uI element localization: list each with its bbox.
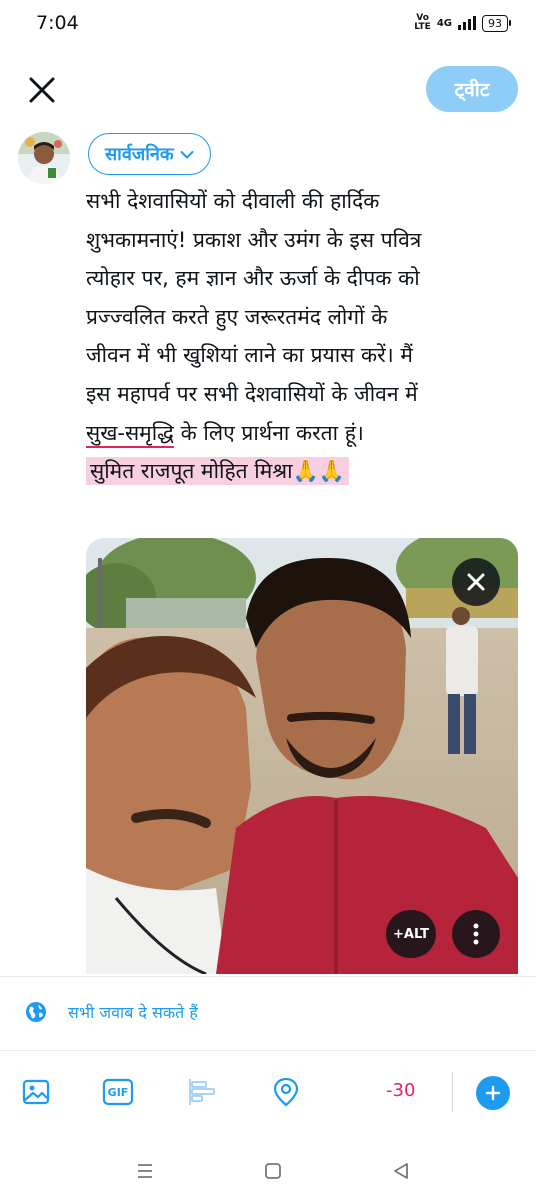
compose-text-segment: के लिए प्रार्थना करता हूं। — [173, 420, 364, 445]
status-time: 7:04 — [36, 12, 79, 34]
battery-icon: 93 — [482, 14, 511, 32]
add-alt-text-button[interactable]: +ALT — [386, 910, 436, 958]
status-indicators: Vo LTE 4G 93 — [414, 14, 511, 32]
spellcheck-word[interactable]: सुख-समृद्धि — [86, 421, 174, 445]
status-bar: 7:04 Vo LTE 4G 93 — [0, 0, 536, 48]
poll-icon — [189, 1079, 215, 1105]
image-icon — [22, 1079, 50, 1105]
gif-label: GIF — [107, 1085, 129, 1099]
system-navigation-bar — [0, 1140, 536, 1200]
home-button[interactable] — [258, 1156, 288, 1186]
plus-icon — [485, 1085, 501, 1101]
attached-photo[interactable]: +ALT — [86, 538, 518, 974]
close-icon — [467, 573, 485, 591]
more-vertical-icon — [473, 923, 479, 945]
back-triangle-icon — [394, 1163, 408, 1179]
compose-line: सभी देशवासियों को दीवाली की हार्दिक — [86, 189, 380, 213]
location-icon — [273, 1077, 299, 1107]
audience-selector[interactable]: सार्वजनिक — [88, 133, 211, 175]
reply-setting-button[interactable]: सभी जवाब दे सकते हैं — [24, 1000, 198, 1024]
compose-line: जीवन में भी खुशियां लाने का प्रयास करें।… — [86, 343, 413, 368]
gif-button[interactable]: GIF — [100, 1074, 136, 1110]
divider — [0, 976, 536, 977]
home-square-icon — [265, 1163, 281, 1179]
highlighted-text: सुमित राजपूत मोहित मिश्रा🙏🙏 — [86, 457, 349, 486]
tweet-button[interactable]: ट्वीट — [426, 66, 518, 112]
audience-label: सार्वजनिक — [105, 144, 174, 165]
remove-media-button[interactable] — [452, 558, 500, 606]
chevron-down-icon — [180, 144, 194, 165]
signal-icon — [458, 16, 476, 30]
globe-icon — [26, 1002, 46, 1022]
location-button[interactable] — [268, 1074, 304, 1110]
poll-button[interactable] — [184, 1074, 220, 1110]
media-more-button[interactable] — [452, 910, 500, 958]
close-icon[interactable] — [22, 70, 62, 110]
avatar[interactable] — [18, 132, 70, 184]
character-counter: -30 — [386, 1080, 416, 1101]
compose-line: शुभकामनाएं! प्रकाश और उमंग के इस पवित्र — [86, 227, 422, 252]
volte-bottom: LTE — [414, 22, 431, 32]
compose-toolbar: GIF -30 — [0, 1052, 536, 1134]
toolbar-separator — [452, 1072, 453, 1112]
compose-line: प्रज्ज्वलित करते हुए जरूरतमंद लोगों के — [86, 304, 388, 329]
network-type: 4G — [436, 17, 452, 29]
recent-apps-button[interactable] — [130, 1156, 160, 1186]
photo-image — [86, 538, 518, 974]
image-button[interactable] — [18, 1074, 54, 1110]
tweet-compose-text[interactable]: सभी देशवासियों को दीवाली की हार्दिक शुभक… — [86, 182, 516, 491]
reply-setting-label: सभी जवाब दे सकते हैं — [68, 1003, 198, 1022]
compose-line: इस महापर्व पर सभी देशवासियों के जीवन में — [86, 381, 418, 406]
compose-line: सुख-समृद्धि के लिए प्रार्थना करता हूं। — [86, 414, 516, 453]
add-thread-button[interactable] — [476, 1076, 510, 1110]
battery-level: 93 — [488, 16, 502, 30]
divider — [0, 1050, 536, 1051]
compose-line: सुमित राजपूत मोहित मिश्रा🙏🙏 — [86, 452, 516, 491]
menu-icon — [138, 1164, 152, 1178]
volte-indicator: Vo LTE — [414, 14, 431, 32]
compose-line: त्योहार पर, हम ज्ञान और ऊर्जा के दीपक को — [86, 266, 420, 291]
back-button[interactable] — [386, 1156, 416, 1186]
